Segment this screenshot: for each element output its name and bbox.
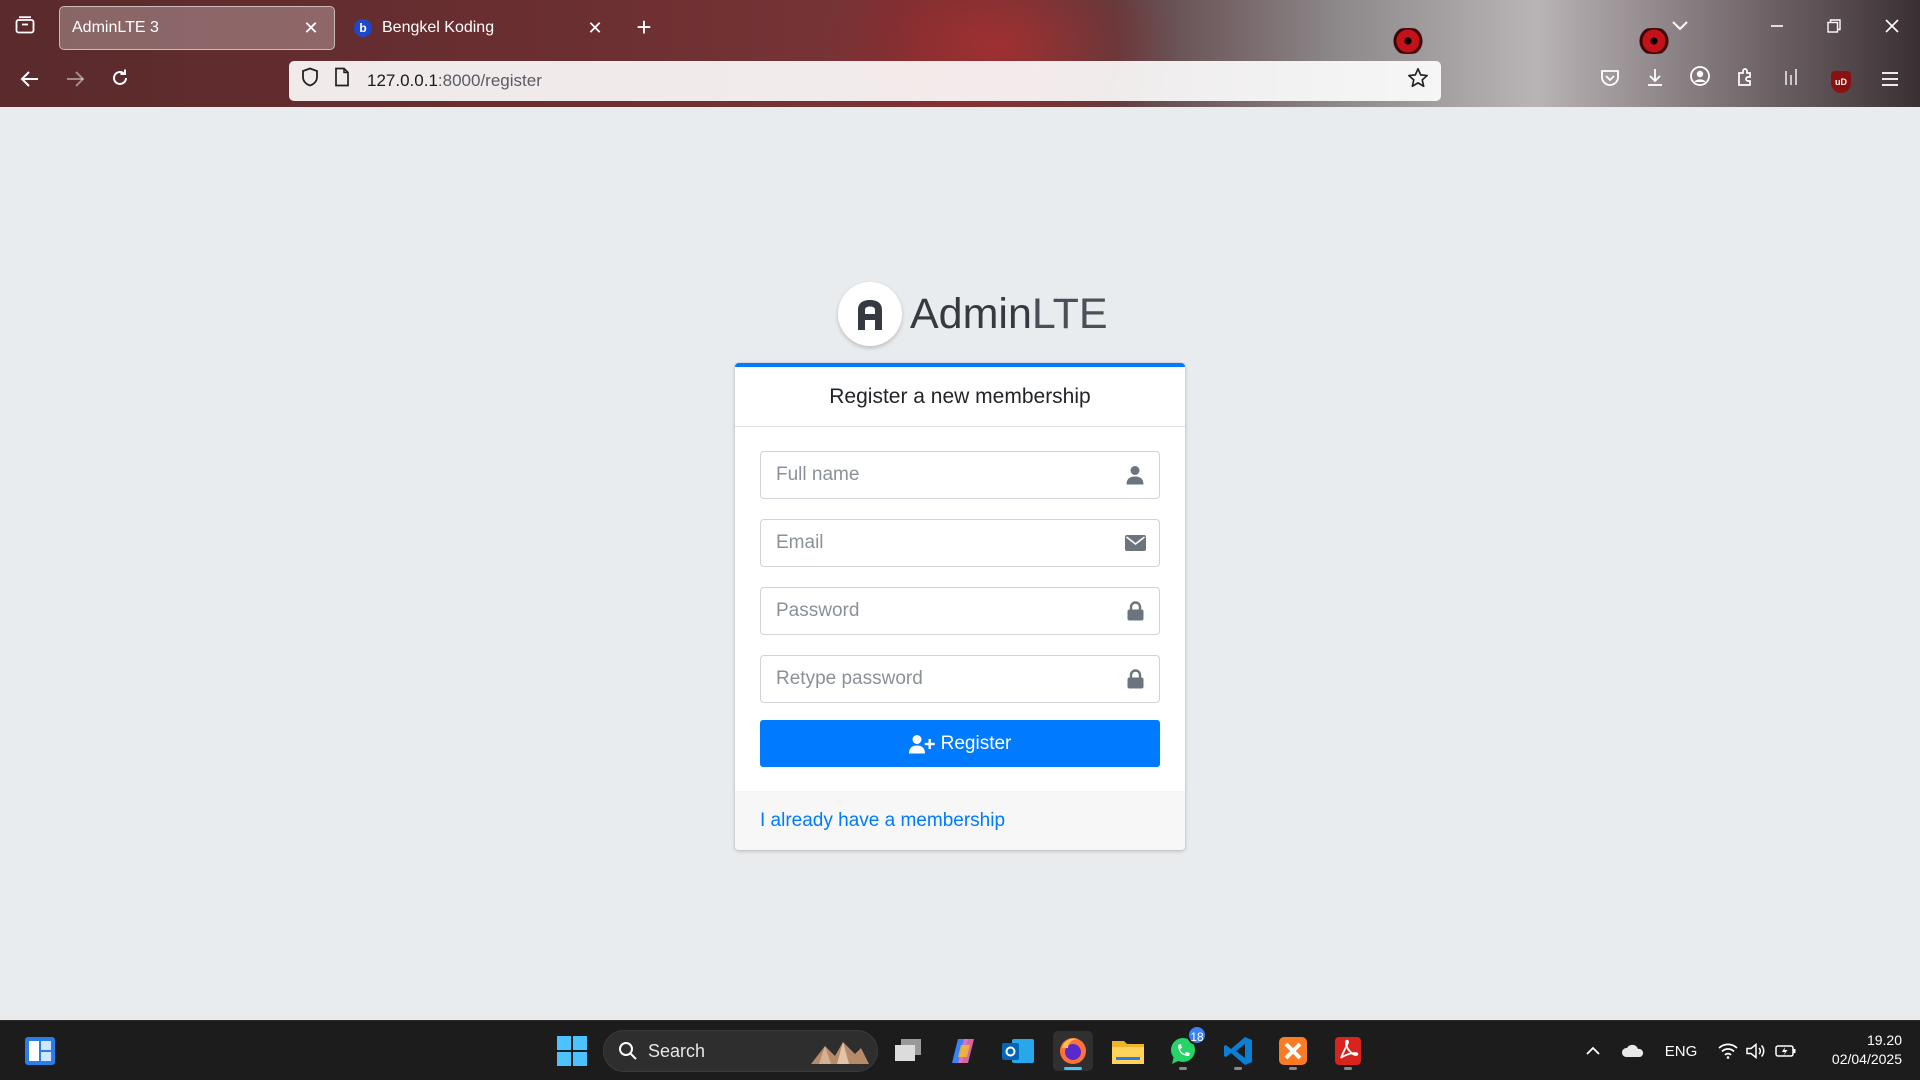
start-icon[interactable] — [552, 1031, 592, 1071]
register-card-footer: I already have a membership — [735, 791, 1185, 850]
full-name-field — [760, 451, 1160, 499]
bengkel-favicon-icon: b — [354, 19, 372, 37]
arrow-right-icon[interactable] — [57, 63, 93, 99]
email-field — [760, 519, 1160, 567]
task-view-icon[interactable] — [888, 1031, 928, 1071]
vscode-icon[interactable] — [1218, 1031, 1258, 1071]
chevron-down-icon[interactable] — [1658, 10, 1702, 44]
hamburger-icon[interactable] — [1874, 65, 1906, 97]
register-card-title: Register a new membership — [735, 367, 1185, 427]
close-icon[interactable]: ✕ — [584, 18, 606, 39]
chevron-up-icon[interactable] — [1580, 1021, 1606, 1080]
clock-time: 19.20 — [1866, 1032, 1902, 1048]
register-card: Register a new membership Full name Emai… — [735, 363, 1185, 850]
whatsapp-icon[interactable]: 18 — [1163, 1025, 1207, 1071]
search-icon — [618, 1041, 638, 1061]
lock-icon — [1111, 669, 1159, 689]
xampp-icon[interactable] — [1273, 1031, 1313, 1071]
taskbar-clock[interactable]: 19.20 02/04/2025 — [1812, 1031, 1902, 1069]
page-icon[interactable] — [327, 66, 357, 96]
url-path: :8000/register — [437, 71, 542, 90]
login-link[interactable]: I already have a membership — [760, 810, 1005, 832]
running-indicator — [1289, 1067, 1297, 1070]
wifi-icon[interactable] — [1714, 1021, 1742, 1080]
plus-icon[interactable]: + — [628, 12, 660, 44]
shield-icon[interactable] — [295, 66, 325, 96]
account-icon[interactable] — [1684, 65, 1716, 97]
adminlte-logo-icon — [838, 282, 902, 346]
lock-icon — [1111, 601, 1159, 621]
tab-adminlte[interactable]: AdminLTE 3 ✕ — [59, 6, 335, 50]
url-host: 127.0.0.1 — [367, 71, 438, 90]
browser-chrome: AdminLTE 3 ✕ b Bengkel Koding ✕ + 127.0.… — [0, 0, 1920, 107]
clock-date: 02/04/2025 — [1831, 1051, 1902, 1067]
brand-name: AdminLTE — [910, 290, 1108, 339]
running-indicator — [1344, 1067, 1352, 1070]
outlook-icon[interactable] — [998, 1031, 1038, 1071]
pocket-icon[interactable] — [1594, 65, 1626, 97]
search-label: Search — [648, 1040, 706, 1061]
reader-icon[interactable] — [1776, 65, 1808, 97]
url-text: 127.0.0.1:8000/register — [367, 71, 1401, 91]
password-field — [760, 587, 1160, 635]
brand-logo[interactable]: AdminLTE — [838, 282, 1108, 346]
notification-badge: 18 — [1187, 1025, 1207, 1045]
full-name-input[interactable] — [761, 453, 1111, 497]
register-button[interactable]: Register — [760, 720, 1160, 767]
running-indicator — [1234, 1067, 1242, 1070]
minimize-icon[interactable] — [1755, 10, 1799, 44]
url-bar[interactable]: 127.0.0.1:8000/register — [289, 61, 1441, 101]
tab-label: AdminLTE 3 — [72, 19, 159, 36]
user-icon — [1111, 465, 1159, 485]
taskbar-search[interactable]: Search — [603, 1030, 878, 1072]
arrow-left-icon[interactable] — [12, 63, 48, 99]
window-close-icon[interactable] — [1870, 10, 1914, 44]
register-form: Register — [735, 427, 1185, 767]
email-input[interactable] — [761, 521, 1111, 565]
close-icon[interactable]: ✕ — [300, 18, 322, 39]
password-input[interactable] — [761, 589, 1111, 633]
download-icon[interactable] — [1639, 65, 1671, 97]
envelope-icon — [1111, 535, 1159, 551]
brand-name-light: LTE — [1031, 289, 1108, 338]
reload-icon[interactable] — [102, 63, 138, 99]
register-button-label: Register — [940, 732, 1012, 754]
battery-icon[interactable] — [1772, 1021, 1800, 1080]
search-highlight-icon — [809, 1036, 871, 1066]
retype-password-field — [760, 655, 1160, 703]
volume-icon[interactable] — [1742, 1021, 1770, 1080]
user-plus-icon — [908, 734, 935, 754]
copilot-icon[interactable] — [943, 1031, 983, 1071]
retype-password-input[interactable] — [761, 657, 1111, 701]
running-indicator — [1179, 1067, 1187, 1070]
nav-toolbar: 127.0.0.1:8000/register uD — [0, 55, 1920, 107]
widgets-icon[interactable] — [20, 1031, 60, 1071]
onedrive-icon[interactable] — [1618, 1021, 1648, 1080]
acrobat-icon[interactable] — [1328, 1031, 1368, 1071]
star-icon[interactable] — [1401, 67, 1435, 95]
tab-bengkel-koding[interactable]: b Bengkel Koding ✕ — [342, 6, 618, 50]
tab-bar: AdminLTE 3 ✕ b Bengkel Koding ✕ + — [0, 0, 1920, 55]
active-indicator — [1064, 1067, 1082, 1070]
firefox-icon[interactable] — [1053, 1031, 1093, 1071]
tab-label: Bengkel Koding — [382, 19, 495, 36]
brand-name-bold: Admin — [910, 289, 1032, 338]
tab-list-icon[interactable] — [10, 14, 40, 42]
puzzle-icon[interactable] — [1729, 65, 1761, 97]
restore-icon[interactable] — [1812, 10, 1856, 44]
file-explorer-icon[interactable] — [1108, 1031, 1148, 1071]
language-indicator[interactable]: ENG — [1660, 1021, 1702, 1080]
ublock-icon[interactable]: uD — [1831, 71, 1851, 93]
taskbar: Search 18 ENG 19.20 02/04/2025 — [0, 1020, 1920, 1080]
